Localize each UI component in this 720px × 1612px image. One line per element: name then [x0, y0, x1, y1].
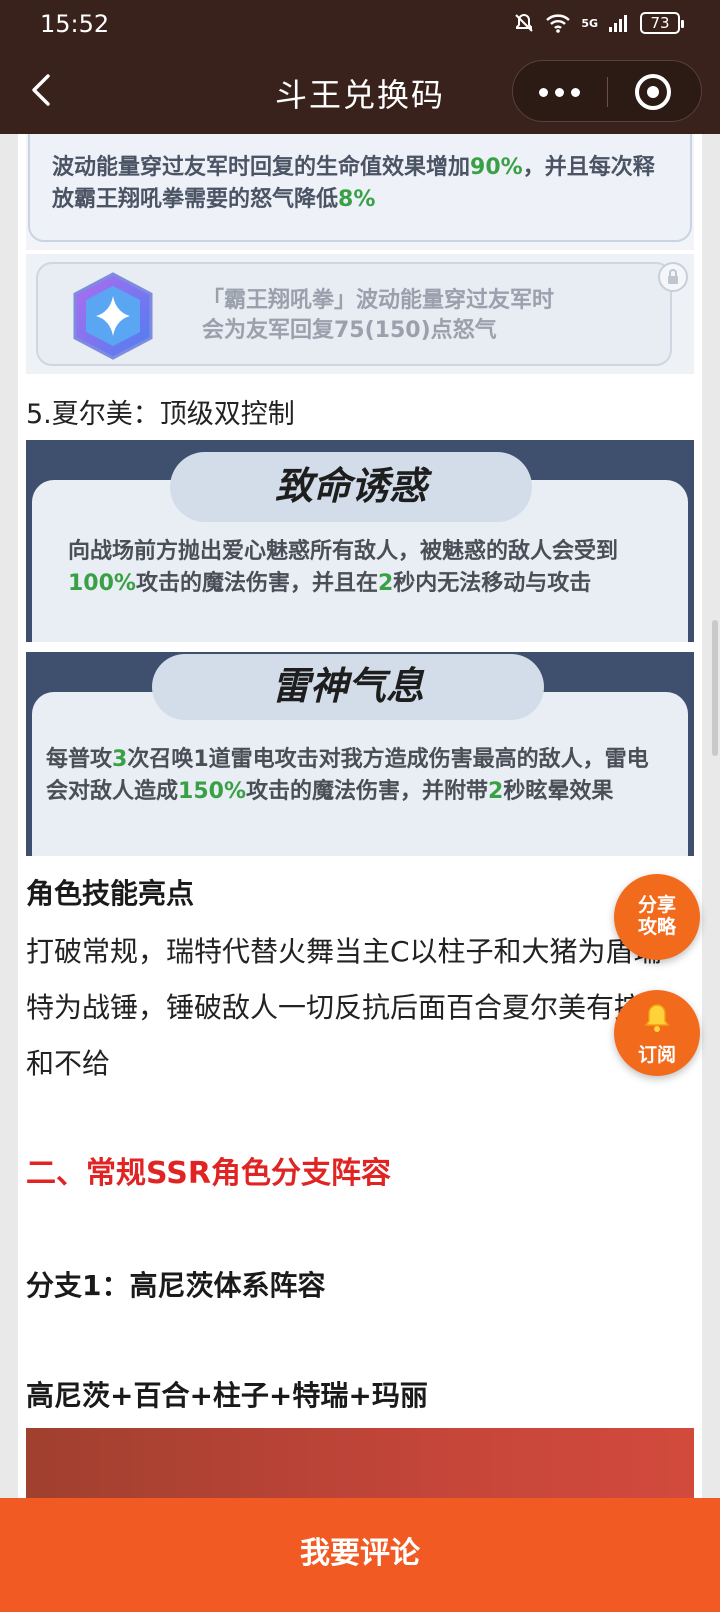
status-bar: 15:52 5G 73 — [0, 0, 720, 48]
share-guide-button[interactable]: 分享 攻略 — [614, 874, 700, 960]
network-type: 5G — [581, 16, 598, 30]
article-content: 波动能量穿过友军时回复的生命值效果增加90%，并且每次释放霸王翔吼拳需要的怒气降… — [18, 134, 702, 1534]
skill-banner-charm: 致命诱惑 向战场前方抛出爱心魅惑所有敌人，被魅惑的敌人会受到 100%攻击的魔法伤… — [26, 440, 694, 642]
card1-prefix: 波动能量穿过友军时回复的生命值效果增加 — [52, 155, 471, 180]
capsule-divider — [607, 77, 608, 107]
skill-banner-thunder: 雷神气息 每普攻3次召唤1道雷电攻击对我方造成伤害最高的敌人，雷电会对敌人造成1… — [26, 652, 694, 856]
section2-title: 二、常规SSR角色分支阵容 — [26, 1156, 391, 1191]
locked-skill-line2: 会为友军回复75(150)点怒气 — [202, 318, 497, 343]
skill2-value2: 150% — [178, 779, 246, 804]
mute-bell-icon — [515, 13, 534, 32]
card1-value1: 90% — [470, 155, 523, 180]
signal-icon — [609, 15, 627, 32]
lineup-title: 高尼茨+百合+柱子+特瑞+玛丽 — [26, 1379, 428, 1412]
skill2-desc-a: 每普攻 — [46, 747, 113, 772]
battery-level: 73 — [650, 14, 670, 32]
skill1-desc-a: 向战场前方抛出爱心魅惑所有敌人，被魅惑的敌人会受到 — [68, 539, 619, 564]
lock-icon — [658, 262, 688, 292]
share-label-line2: 攻略 — [637, 916, 676, 938]
comment-button-label: 我要评论 — [300, 1536, 420, 1571]
scrollbar[interactable] — [712, 620, 718, 756]
skill-name-charm: 致命诱惑 — [170, 452, 532, 522]
status-time: 15:52 — [40, 10, 110, 38]
dot-icon — [539, 87, 548, 97]
dot-icon — [555, 87, 564, 97]
locked-skill-card: 「霸王翔吼拳」波动能量穿过友军时 会为友军回复75(150)点怒气 — [26, 254, 694, 374]
subscribe-label: 订阅 — [637, 1044, 676, 1066]
skill2-desc-c: 攻击的魔法伤害，并附带 — [245, 779, 488, 804]
skill-desc-thunder: 每普攻3次召唤1道雷电攻击对我方造成伤害最高的敌人，雷电会对敌人造成150%攻击… — [46, 744, 656, 808]
skill-upgrade-card: 波动能量穿过友军时回复的生命值效果增加90%，并且每次释放霸王翔吼拳需要的怒气降… — [26, 134, 694, 250]
skill1-desc-b: 攻击的魔法伤害，并且在 — [135, 571, 378, 596]
skill-desc-charm: 向战场前方抛出爱心魅惑所有敌人，被魅惑的敌人会受到 100%攻击的魔法伤害，并且在… — [68, 536, 638, 600]
skill-upgrade-text: 波动能量穿过友军时回复的生命值效果增加90%，并且每次释放霸王翔吼拳需要的怒气降… — [52, 152, 672, 216]
top-bar: 15:52 5G 73 斗王兑换码 — [0, 0, 720, 134]
skill1-desc-c: 秒内无法移动与攻击 — [393, 571, 592, 596]
close-mini-program-button[interactable] — [635, 74, 671, 110]
status-icons: 5G 73 — [513, 12, 684, 34]
skill2-value3: 2 — [488, 779, 504, 804]
highlight-title: 角色技能亮点 — [26, 877, 195, 910]
highlight-text: 打破常规，瑞特代替火舞当主C以柱子和大猪为盾瑞特为战锤，锤破敌人一切反抗后面百合… — [26, 935, 671, 1080]
skill2-desc-d: 秒眩晕效果 — [503, 779, 614, 804]
nav-bar: 斗王兑换码 — [0, 58, 720, 128]
locked-skill-line1: 「霸王翔吼拳」波动能量穿过友军时 — [202, 288, 555, 313]
comment-bar[interactable]: 我要评论 — [0, 1498, 720, 1612]
skill2-value1: 3 — [112, 747, 128, 772]
more-options-button[interactable] — [539, 81, 589, 103]
subscribe-button[interactable]: 订阅 — [614, 990, 700, 1076]
branch1-title: 分支1：高尼茨体系阵容 — [26, 1269, 326, 1302]
wifi-icon — [546, 14, 571, 33]
section5-title: 5.夏尔美：顶级双控制 — [26, 399, 295, 430]
battery-icon: 73 — [640, 12, 684, 34]
dot-icon — [571, 87, 580, 97]
skill1-value2: 2 — [377, 571, 394, 596]
skill1-value1: 100% — [68, 571, 136, 596]
bell-icon — [644, 1004, 670, 1032]
locked-skill-text: 「霸王翔吼拳」波动能量穿过友军时 会为友军回复75(150)点怒气 — [202, 286, 642, 346]
mini-program-capsule — [512, 60, 702, 122]
share-label-line1: 分享 — [637, 894, 676, 916]
star-gem-icon — [73, 272, 153, 360]
card1-value2: 8% — [338, 187, 376, 212]
skill-name-thunder: 雷神气息 — [152, 654, 544, 720]
